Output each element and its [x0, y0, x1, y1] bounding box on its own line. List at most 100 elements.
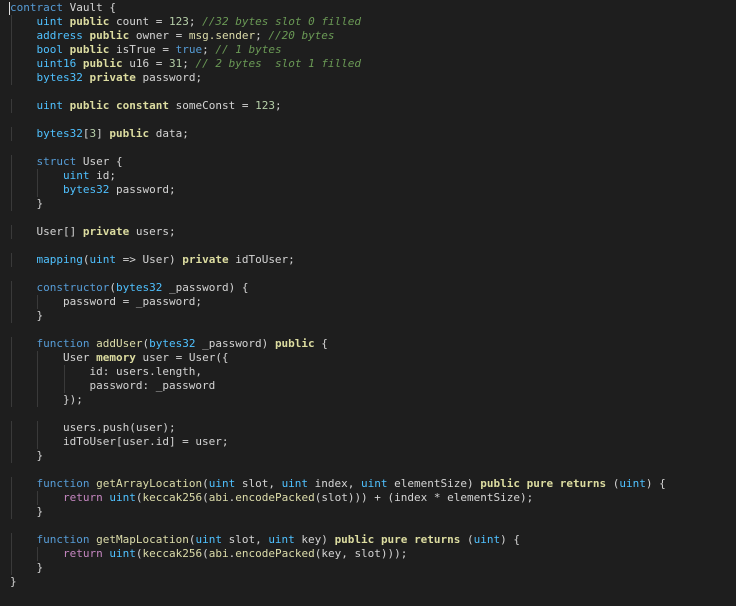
code-token: (: [202, 547, 209, 560]
code-token: User: [10, 351, 97, 364]
code-token: uint: [195, 533, 222, 546]
indent-guide: [37, 393, 39, 407]
code-token: constant: [116, 99, 169, 112]
code-token: 31: [168, 57, 183, 70]
code-token: (: [606, 477, 620, 490]
code-token: public: [334, 533, 375, 546]
code-view[interactable]: contract Vault { uint public count = 123…: [9, 1, 666, 589]
code-token: uint: [208, 477, 236, 490]
indent-guide: [63, 365, 65, 379]
code-line: mapping(uint => User) private idToUser;: [10, 253, 666, 267]
code-token: u16 =: [122, 57, 169, 70]
indent-guide: [37, 295, 39, 309]
code-line: bytes32[3] public data;: [10, 127, 666, 141]
indent-guide: [37, 435, 39, 449]
code-token: Vault {: [62, 1, 116, 14]
code-line: });: [10, 393, 666, 407]
indent-guide: [37, 183, 39, 197]
code-token: public: [82, 57, 123, 70]
code-token: returns: [559, 477, 607, 490]
code-token: returns: [414, 533, 461, 546]
code-token: getArrayLocation: [96, 477, 203, 490]
code-line: uint16 public u16 = 31; // 2 bytes slot …: [10, 57, 666, 71]
code-line: address public owner = msg.sender; //20 …: [10, 29, 666, 43]
code-token: }: [10, 561, 44, 574]
code-token: idToUser[user.id] = user;: [10, 435, 229, 448]
code-line: function getMapLocation(uint slot, uint …: [10, 533, 666, 547]
code-token: public: [109, 127, 150, 140]
indent-guide: [37, 421, 39, 435]
code-line: }: [10, 309, 666, 323]
code-token: }: [10, 505, 44, 518]
code-token: });: [10, 393, 83, 406]
indent-guide: [11, 295, 12, 309]
indent-guide: [37, 379, 39, 393]
code-token: memory: [96, 351, 136, 364]
code-token: function: [36, 337, 90, 350]
code-line: id: users.length,: [10, 365, 666, 379]
code-token: }: [10, 575, 17, 588]
code-line: uint public count = 123; //32 bytes slot…: [10, 15, 666, 29]
code-token: encodePacked: [235, 547, 315, 560]
indent-guide: [11, 421, 12, 435]
code-token: return: [62, 547, 103, 560]
code-token: key): [294, 533, 335, 546]
indent-guide: [11, 491, 12, 505]
indent-guide: [37, 365, 39, 379]
code-token: addUser: [96, 337, 143, 350]
code-token: msg.sender: [188, 29, 256, 42]
code-token: true: [175, 43, 203, 56]
code-token: users;: [129, 225, 176, 238]
code-token: public: [480, 477, 521, 490]
indent-guide: [37, 491, 39, 505]
indent-guide: [11, 253, 12, 267]
code-line: uint id;: [10, 169, 666, 183]
code-line: contract Vault {: [9, 1, 666, 15]
code-token: User[]: [10, 225, 83, 238]
indent-guide: [11, 547, 12, 561]
code-token: elementSize): [387, 477, 481, 490]
code-token: uint: [62, 169, 90, 182]
code-token: // 2 bytes slot 1 filled: [195, 57, 362, 70]
code-line: return uint(keccak256(abi.encodePacked(s…: [10, 491, 666, 505]
code-token: ) {: [500, 533, 521, 546]
code-token: uint: [109, 491, 136, 504]
indent-guide: [11, 477, 12, 491]
code-token: ;: [182, 57, 196, 70]
code-token: private: [182, 253, 229, 266]
code-line: }: [10, 561, 666, 575]
code-token: keccak256: [142, 547, 203, 560]
code-token: _password): [195, 337, 275, 350]
code-token: }: [10, 309, 44, 322]
code-token: }: [10, 197, 44, 210]
code-token: (key, slot)));: [314, 547, 408, 560]
code-token: ) {: [645, 477, 666, 490]
code-token: (: [202, 491, 209, 504]
text-cursor: [9, 2, 10, 15]
code-token: password = _password;: [10, 295, 203, 308]
code-token: ;: [255, 29, 269, 42]
code-line: idToUser[user.id] = user;: [10, 435, 666, 449]
indent-guide: [11, 169, 12, 183]
code-line: users.push(user);: [10, 421, 666, 435]
indent-guide: [11, 57, 12, 71]
code-editor[interactable]: contract Vault { uint public count = 123…: [0, 0, 736, 606]
indent-guide: [11, 127, 12, 141]
indent-guide: [11, 155, 12, 169]
code-token: bytes32: [62, 183, 110, 196]
code-token: getMapLocation: [96, 533, 189, 546]
